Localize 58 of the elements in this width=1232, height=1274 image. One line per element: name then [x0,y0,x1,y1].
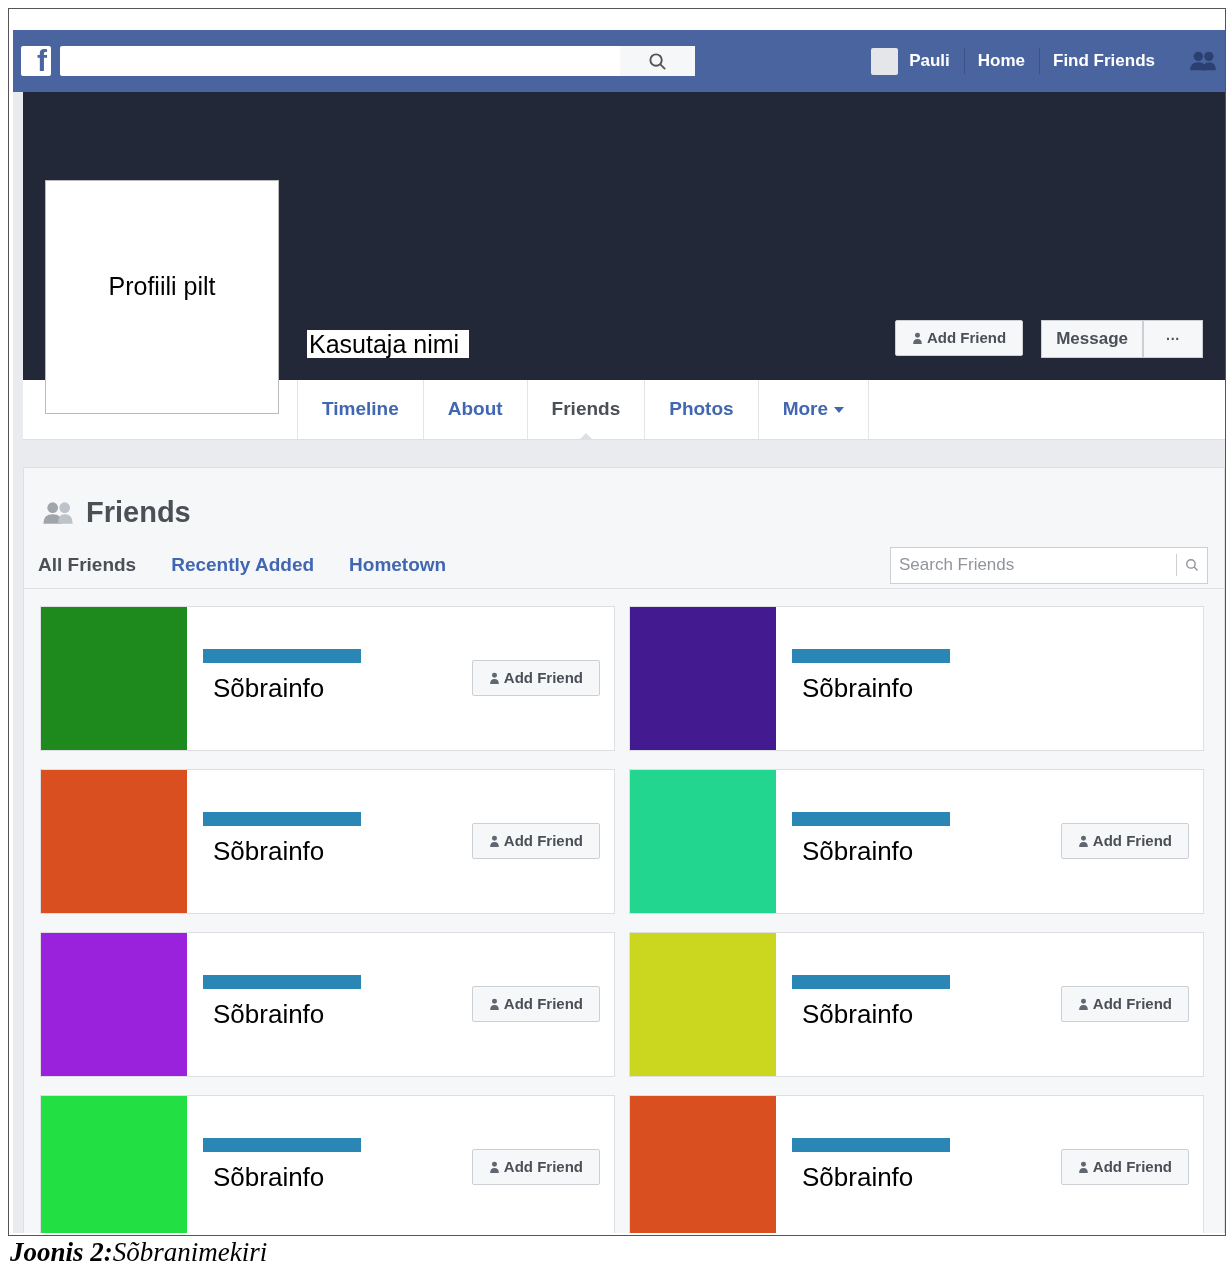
profile-tab[interactable]: About [422,380,527,439]
add-friend-button[interactable]: Add Friend [1060,1149,1189,1185]
add-person-icon [488,834,500,848]
add-friend-button[interactable]: Add Friend [471,823,600,859]
search-icon [1185,557,1199,572]
friends-icon [42,499,74,526]
friend-photo[interactable] [630,932,776,1076]
section-title: Friends [86,495,191,530]
friend-photo[interactable] [41,1095,187,1233]
add-person-icon [1077,1160,1089,1174]
profile-picture-label: Profiili pilt [108,271,216,303]
friend-info: Sõbrainfo [213,671,326,705]
add-friend-button[interactable]: Add Friend [1060,986,1189,1022]
user-link[interactable]: Pauli [909,48,950,74]
search-field[interactable] [60,46,695,76]
add-friend-button[interactable]: Add Friend [895,320,1024,356]
add-person-icon [912,331,923,345]
friend-info: Sõbrainfo [213,997,326,1031]
friend-photo[interactable] [41,606,187,750]
add-person-icon [488,1160,500,1174]
friend-info: Sõbrainfo [213,834,326,868]
add-person-icon [1077,997,1089,1011]
friend-info: Sõbrainfo [802,1160,915,1194]
friend-photo[interactable] [41,769,187,913]
friend-info: Sõbrainfo [802,671,915,705]
user-name: Kasutaja nimi [307,330,470,358]
message-button[interactable]: Message [1041,320,1143,358]
search-friends-field[interactable]: Search Friends [890,546,1208,584]
profile-tab[interactable]: Timeline [297,380,423,439]
add-person-icon [488,997,500,1011]
filter-tab[interactable]: Hometown [349,550,447,580]
caret-icon [834,406,845,413]
add-friend-button[interactable]: Add Friend [1060,823,1189,859]
profile-tab[interactable]: More [757,380,870,439]
friend-info: Sõbrainfo [802,997,915,1031]
profile-tab[interactable]: Photos [644,380,758,439]
more-button[interactable]: ··· [1143,320,1203,358]
friend-info: Sõbrainfo [802,834,915,868]
friends-icon[interactable] [1189,50,1217,72]
add-friend-button[interactable]: Add Friend [471,986,600,1022]
friend-photo[interactable] [630,769,776,913]
search-icon [648,51,667,71]
profile-tab[interactable]: Friends [526,380,645,439]
add-person-icon [488,671,500,685]
nav-link[interactable]: Home [963,48,1025,74]
add-friend-button[interactable]: Add Friend [471,660,600,696]
logo[interactable]: f [21,46,51,76]
filter-tab[interactable]: Recently Added [171,550,315,580]
friend-info: Sõbrainfo [213,1160,326,1194]
friend-photo[interactable] [630,606,776,750]
avatar-icon [871,47,899,75]
nav-link[interactable]: Find Friends [1039,48,1155,74]
figure-caption: Joonis 2:Sõbranimekiri [10,1236,269,1268]
add-friend-button[interactable]: Add Friend [471,1149,600,1185]
friend-photo[interactable] [630,1095,776,1233]
friend-photo[interactable] [41,932,187,1076]
add-person-icon [1077,834,1089,848]
filter-tab[interactable]: All Friends [38,550,137,580]
